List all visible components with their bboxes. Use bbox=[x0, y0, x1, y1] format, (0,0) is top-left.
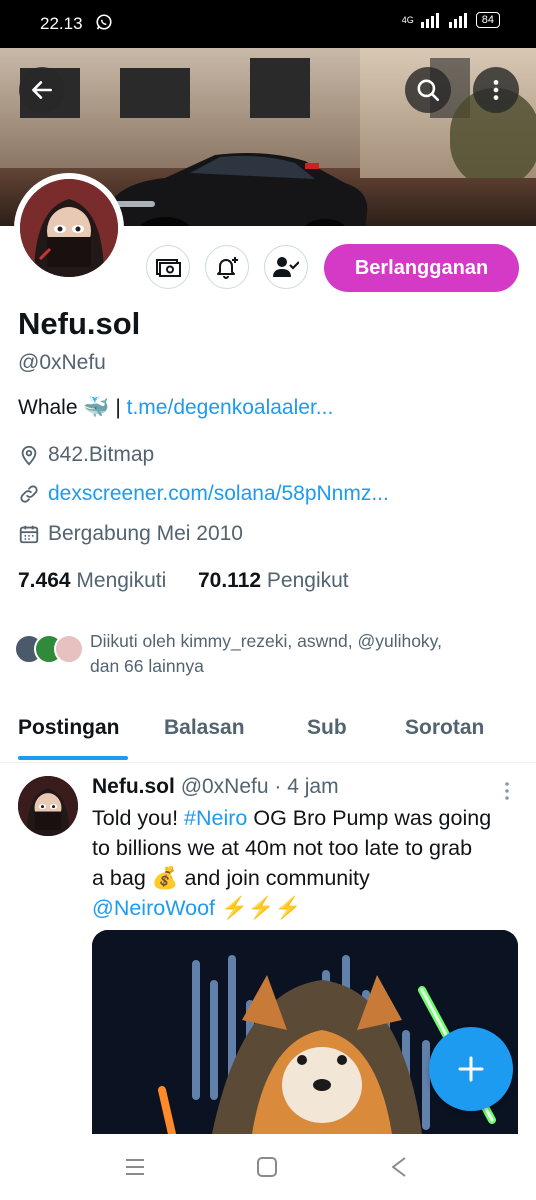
back-button[interactable] bbox=[19, 67, 65, 113]
followed-by-line-2: dan 66 lainnya bbox=[90, 656, 204, 676]
whatsapp-icon bbox=[96, 14, 112, 30]
tab-highlights[interactable]: Sorotan bbox=[405, 716, 484, 740]
hashtag-link[interactable]: #Neiro bbox=[184, 806, 247, 830]
profile-tabs: Postingan Balasan Sub Sorotan bbox=[0, 700, 536, 763]
tab-subs[interactable]: Sub bbox=[307, 716, 347, 740]
avatar[interactable] bbox=[20, 179, 118, 277]
follower-avatar-3 bbox=[54, 634, 84, 664]
followed-by-line-1: Diikuti oleh kimmy_rezeki, aswnd, @yulih… bbox=[90, 631, 442, 651]
back-arrow-icon bbox=[32, 81, 52, 99]
plus-icon bbox=[458, 1056, 484, 1082]
post-avatar[interactable] bbox=[18, 776, 78, 836]
search-icon bbox=[417, 79, 440, 102]
more-button[interactable] bbox=[473, 67, 519, 113]
bio-link[interactable]: t.me/degenkoalaaler... bbox=[127, 396, 334, 419]
network-label: 4G bbox=[401, 15, 414, 25]
profile-handle: @0xNefu bbox=[18, 351, 106, 374]
search-button[interactable] bbox=[405, 67, 451, 113]
website-row: dexscreener.com/solana/58pNnmz... bbox=[18, 482, 389, 506]
bio-text: Whale 🐳 | bbox=[18, 396, 127, 419]
banner-car bbox=[105, 153, 368, 226]
follow-counts: 7.464 Mengikuti 70.112 Pengikut bbox=[18, 569, 349, 593]
post-avatar-image bbox=[18, 776, 78, 836]
website-link[interactable]: dexscreener.com/solana/58pNnmz... bbox=[48, 482, 389, 506]
signal-icon bbox=[420, 13, 439, 28]
following-button[interactable] bbox=[264, 245, 308, 289]
subscribe-button[interactable]: Berlangganan bbox=[324, 244, 519, 292]
active-tab-indicator bbox=[18, 756, 128, 760]
money-icon bbox=[156, 259, 181, 277]
post-handle-time: @0xNefu · 4 jam bbox=[180, 775, 339, 798]
location-pin-icon bbox=[21, 445, 37, 466]
system-nav-bar bbox=[0, 1134, 536, 1200]
compose-fab[interactable] bbox=[429, 1027, 513, 1111]
status-bar: 22.13 4G 84 bbox=[0, 0, 536, 48]
followers-avatars[interactable] bbox=[14, 632, 86, 670]
location-row: 842.Bitmap bbox=[18, 443, 154, 467]
following-link[interactable]: 7.464 Mengikuti bbox=[18, 569, 166, 592]
followers-link[interactable]: 70.112 Pengikut bbox=[198, 569, 349, 592]
post-text: Told you! #Neiro OG Bro Pump was going t… bbox=[92, 803, 522, 923]
profile-bio: Whale 🐳 | t.me/degenkoalaaler... bbox=[18, 396, 333, 420]
link-icon bbox=[20, 485, 38, 503]
back-nav-icon[interactable] bbox=[389, 1156, 409, 1178]
calendar-icon bbox=[19, 525, 39, 544]
post-line-4: @NeiroWoof ⚡⚡⚡ bbox=[92, 896, 302, 920]
recents-icon[interactable] bbox=[124, 1158, 146, 1176]
more-vertical-icon bbox=[493, 80, 499, 100]
following-label: Mengikuti bbox=[76, 569, 167, 592]
location-text: 842.Bitmap bbox=[48, 443, 155, 466]
avatar-image bbox=[20, 179, 118, 277]
signal-icon-2 bbox=[448, 13, 467, 28]
joined-text: Bergabung Mei 2010 bbox=[48, 522, 243, 545]
followers-label: Pengikut bbox=[266, 569, 349, 592]
followers-count: 70.112 bbox=[197, 569, 262, 592]
bell-plus-icon bbox=[217, 257, 238, 279]
post-line-1: Told you! #Neiro OG Bro Pump was going bbox=[92, 806, 492, 830]
mention-link[interactable]: @NeiroWoof bbox=[92, 896, 215, 920]
notify-button[interactable] bbox=[205, 245, 249, 289]
battery-indicator: 84 bbox=[475, 12, 500, 28]
followed-by-text[interactable]: Diikuti oleh kimmy_rezeki, aswnd, @yulih… bbox=[90, 629, 510, 679]
profile-name: Nefu.sol bbox=[18, 306, 141, 341]
status-right: 4G 84 bbox=[402, 12, 500, 28]
home-icon[interactable] bbox=[256, 1156, 278, 1178]
status-time: 22.13 bbox=[40, 14, 83, 33]
post-more-icon[interactable] bbox=[498, 780, 516, 802]
post-line-2: to billions we at 40m not too late to gr… bbox=[92, 836, 473, 860]
tip-button[interactable] bbox=[146, 245, 190, 289]
tab-posts[interactable]: Postingan bbox=[18, 716, 120, 740]
post-header: Nefu.sol @0xNefu · 4 jam bbox=[92, 775, 339, 799]
post-line-3: a bag 💰 and join community bbox=[92, 866, 370, 890]
following-count: 7.464 bbox=[18, 569, 71, 592]
person-check-icon bbox=[273, 257, 299, 277]
tab-replies[interactable]: Balasan bbox=[164, 716, 245, 740]
post-author[interactable]: Nefu.sol bbox=[92, 775, 175, 798]
joined-row: Bergabung Mei 2010 bbox=[18, 522, 243, 546]
